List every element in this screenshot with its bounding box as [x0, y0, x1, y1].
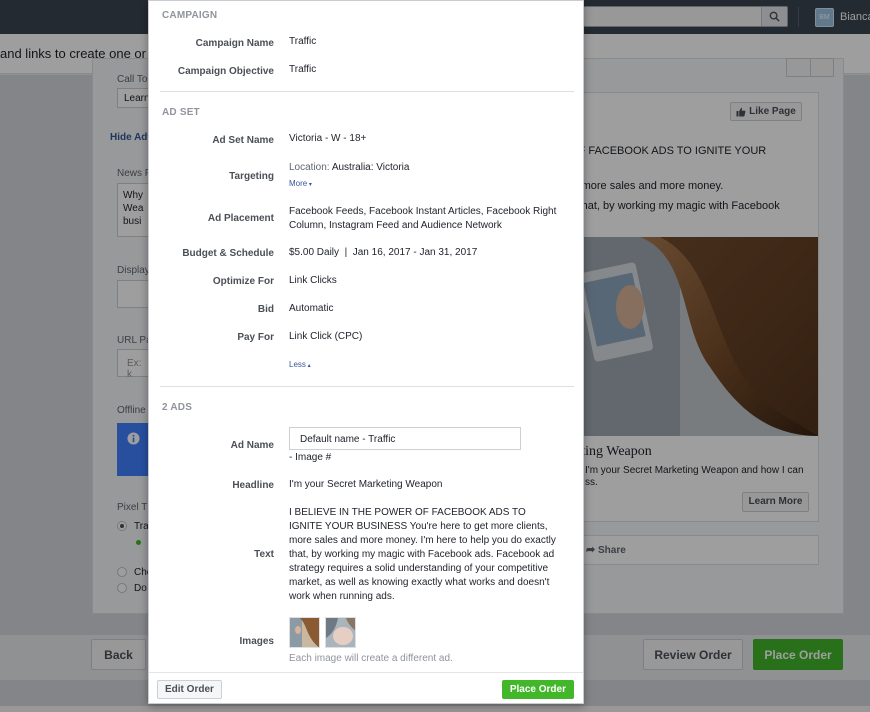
bid-value: Automatic: [289, 303, 334, 314]
bid-label: Bid: [257, 304, 274, 315]
less-link[interactable]: Less ▴: [289, 360, 311, 369]
more-link[interactable]: More ▾: [289, 179, 312, 188]
dialog-footer: Edit Order Place Order: [149, 672, 583, 703]
targeting-label: Targeting: [229, 171, 274, 182]
thumbnail-image-2: [326, 618, 355, 647]
ad-placement-value: Facebook Feeds, Facebook Instant Article…: [289, 206, 557, 231]
targeting-location-value: Australia: Victoria: [331, 162, 410, 173]
campaign-objective-value: Traffic: [289, 64, 317, 75]
headline-label: Headline: [232, 480, 274, 491]
ad-set-name-label: Ad Set Name: [212, 135, 274, 146]
ad-name-input[interactable]: Default name - Traffic: [289, 427, 521, 450]
more-link-label: More: [289, 179, 308, 188]
place-order-dialog-button[interactable]: Place Order: [501, 680, 574, 699]
budget-schedule-label: Budget & Schedule: [182, 248, 274, 259]
ad-image-thumbnail[interactable]: [289, 617, 320, 648]
images-note: Each image will create a different ad.: [289, 653, 453, 664]
targeting-value: Location: Australia: Victoria: [289, 162, 409, 173]
headline-value: I'm your Secret Marketing Weapon: [289, 479, 443, 490]
campaign-section-title: CAMPAIGN: [162, 10, 218, 21]
campaign-name-label: Campaign Name: [195, 38, 274, 49]
images-label: Images: [239, 636, 274, 647]
edit-order-button[interactable]: Edit Order: [157, 680, 222, 699]
ad-name-suffix: - Image #: [289, 452, 332, 463]
targeting-location-label: Location:: [289, 162, 330, 173]
section-divider: [160, 386, 574, 387]
ad-set-name-value: Victoria - W - 18+: [289, 133, 367, 144]
caret-down-icon: ▾: [307, 182, 312, 188]
caret-up-icon: ▴: [305, 363, 311, 369]
section-divider: [160, 91, 574, 92]
campaign-objective-label: Campaign Objective: [177, 66, 274, 77]
pay-for-value: Link Click (CPC): [289, 331, 363, 342]
ad-name-label: Ad Name: [230, 440, 274, 451]
ads-section-title: 2 ADS: [162, 402, 193, 413]
pay-for-label: Pay For: [237, 332, 274, 343]
ad-placement-label: Ad Placement: [207, 213, 274, 224]
less-link-label: Less: [289, 360, 306, 369]
budget-schedule-value: $5.00 Daily | Jan 16, 2017 - Jan 31, 201…: [289, 247, 478, 258]
optimize-for-label: Optimize For: [212, 276, 274, 287]
thumbnail-image-1: [290, 618, 319, 647]
review-order-dialog: CAMPAIGN Campaign Name Traffic Campaign …: [148, 0, 584, 704]
ad-text-value: I BELIEVE IN THE POWER OF FACEBOOK ADS T…: [289, 507, 556, 602]
campaign-name-value: Traffic: [289, 36, 317, 47]
ad-image-thumbnail[interactable]: [325, 617, 356, 648]
ad-set-section-title: AD SET: [162, 107, 200, 118]
text-label: Text: [254, 549, 274, 560]
optimize-for-value: Link Clicks: [289, 275, 337, 286]
